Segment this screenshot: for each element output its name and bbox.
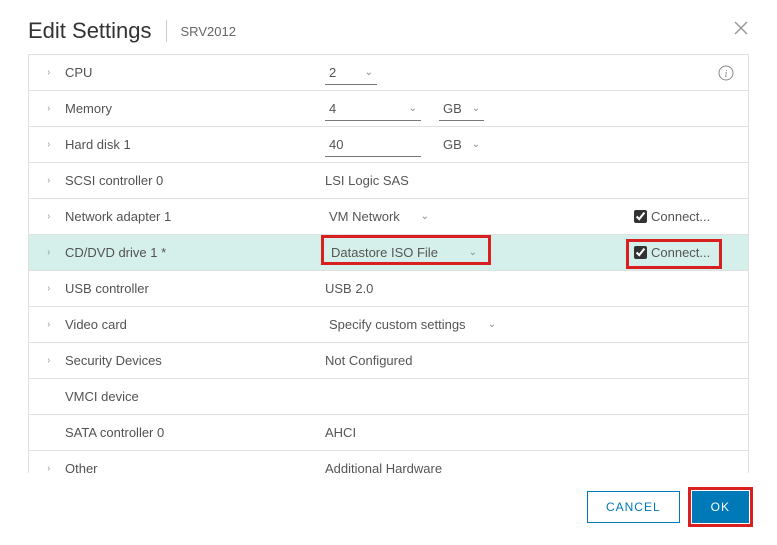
usb-label: USB controller xyxy=(61,281,325,296)
vmci-label: VMCI device xyxy=(61,389,325,404)
row-cddvd: CD/DVD drive 1 * Datastore ISO File ⌄ Co… xyxy=(29,235,748,271)
ok-button[interactable]: OK xyxy=(692,491,749,523)
row-video: Video card Specify custom settings ⌄ xyxy=(29,307,748,343)
harddisk-value-input[interactable]: 40 xyxy=(325,133,421,157)
expand-icon[interactable] xyxy=(47,247,61,258)
scsi-label: SCSI controller 0 xyxy=(61,173,325,188)
network-label: Network adapter 1 xyxy=(61,209,325,224)
chevron-down-icon: ⌄ xyxy=(421,211,429,222)
chevron-down-icon: ⌄ xyxy=(488,319,496,330)
cancel-button[interactable]: CANCEL xyxy=(587,491,680,523)
harddisk-label: Hard disk 1 xyxy=(61,137,325,152)
row-vmci: VMCI device xyxy=(29,379,748,415)
row-security: Security Devices Not Configured xyxy=(29,343,748,379)
video-select[interactable]: Specify custom settings ⌄ xyxy=(325,313,500,336)
dialog-subtitle: SRV2012 xyxy=(181,24,236,39)
memory-value-select[interactable]: 4 ⌄ xyxy=(325,97,421,121)
chevron-down-icon: ⌄ xyxy=(365,67,373,78)
scsi-value: LSI Logic SAS xyxy=(325,173,409,188)
cddvd-select[interactable]: Datastore ISO File ⌄ xyxy=(325,241,481,265)
dialog-header: Edit Settings SRV2012 xyxy=(0,0,777,54)
ok-wrap: OK xyxy=(692,491,749,523)
other-value: Additional Hardware xyxy=(325,461,442,473)
cddvd-connect-checkbox[interactable]: Connect... xyxy=(634,245,710,260)
row-usb: USB controller USB 2.0 xyxy=(29,271,748,307)
harddisk-unit-select[interactable]: GB ⌄ xyxy=(439,133,484,156)
edit-settings-dialog: Edit Settings SRV2012 CPU 2 ⌄ i xyxy=(0,0,777,545)
row-network: Network adapter 1 VM Network ⌄ Connect..… xyxy=(29,199,748,235)
info-icon[interactable]: i xyxy=(718,65,734,81)
expand-icon[interactable] xyxy=(47,283,61,294)
expand-icon[interactable] xyxy=(47,139,61,150)
dialog-title: Edit Settings xyxy=(28,18,152,44)
chevron-down-icon: ⌄ xyxy=(472,139,480,150)
settings-rows: CPU 2 ⌄ i Memory 4 ⌄ xyxy=(28,54,749,473)
usb-value: USB 2.0 xyxy=(325,281,373,296)
chevron-down-icon: ⌄ xyxy=(469,247,477,258)
row-cpu: CPU 2 ⌄ i xyxy=(29,55,748,91)
cddvd-connect-input[interactable] xyxy=(634,246,647,259)
row-harddisk: Hard disk 1 40 GB ⌄ xyxy=(29,127,748,163)
expand-icon[interactable] xyxy=(47,175,61,186)
expand-icon[interactable] xyxy=(47,319,61,330)
network-connect-checkbox[interactable]: Connect... xyxy=(634,209,710,224)
dialog-footer: CANCEL OK xyxy=(0,473,777,545)
settings-content: CPU 2 ⌄ i Memory 4 ⌄ xyxy=(0,54,777,473)
row-sata: SATA controller 0 AHCI xyxy=(29,415,748,451)
expand-icon[interactable] xyxy=(47,103,61,114)
row-scsi: SCSI controller 0 LSI Logic SAS xyxy=(29,163,748,199)
memory-label: Memory xyxy=(61,101,325,116)
sata-label: SATA controller 0 xyxy=(61,425,325,440)
security-value: Not Configured xyxy=(325,353,412,368)
security-label: Security Devices xyxy=(61,353,325,368)
expand-icon[interactable] xyxy=(47,67,61,78)
expand-icon[interactable] xyxy=(47,211,61,222)
sata-value: AHCI xyxy=(325,425,356,440)
close-icon[interactable] xyxy=(733,20,749,36)
cpu-select[interactable]: 2 ⌄ xyxy=(325,61,377,85)
network-select[interactable]: VM Network ⌄ xyxy=(325,205,433,228)
cddvd-label: CD/DVD drive 1 * xyxy=(61,245,325,260)
network-connect-input[interactable] xyxy=(634,210,647,223)
row-memory: Memory 4 ⌄ GB ⌄ xyxy=(29,91,748,127)
chevron-down-icon: ⌄ xyxy=(472,103,480,114)
expand-icon[interactable] xyxy=(47,463,61,473)
expand-icon[interactable] xyxy=(47,355,61,366)
cpu-label: CPU xyxy=(61,65,325,80)
svg-text:i: i xyxy=(725,69,728,80)
other-label: Other xyxy=(61,461,325,473)
header-divider xyxy=(166,20,167,42)
video-label: Video card xyxy=(61,317,325,332)
memory-unit-select[interactable]: GB ⌄ xyxy=(439,97,484,121)
row-other: Other Additional Hardware xyxy=(29,451,748,473)
chevron-down-icon: ⌄ xyxy=(409,103,417,114)
